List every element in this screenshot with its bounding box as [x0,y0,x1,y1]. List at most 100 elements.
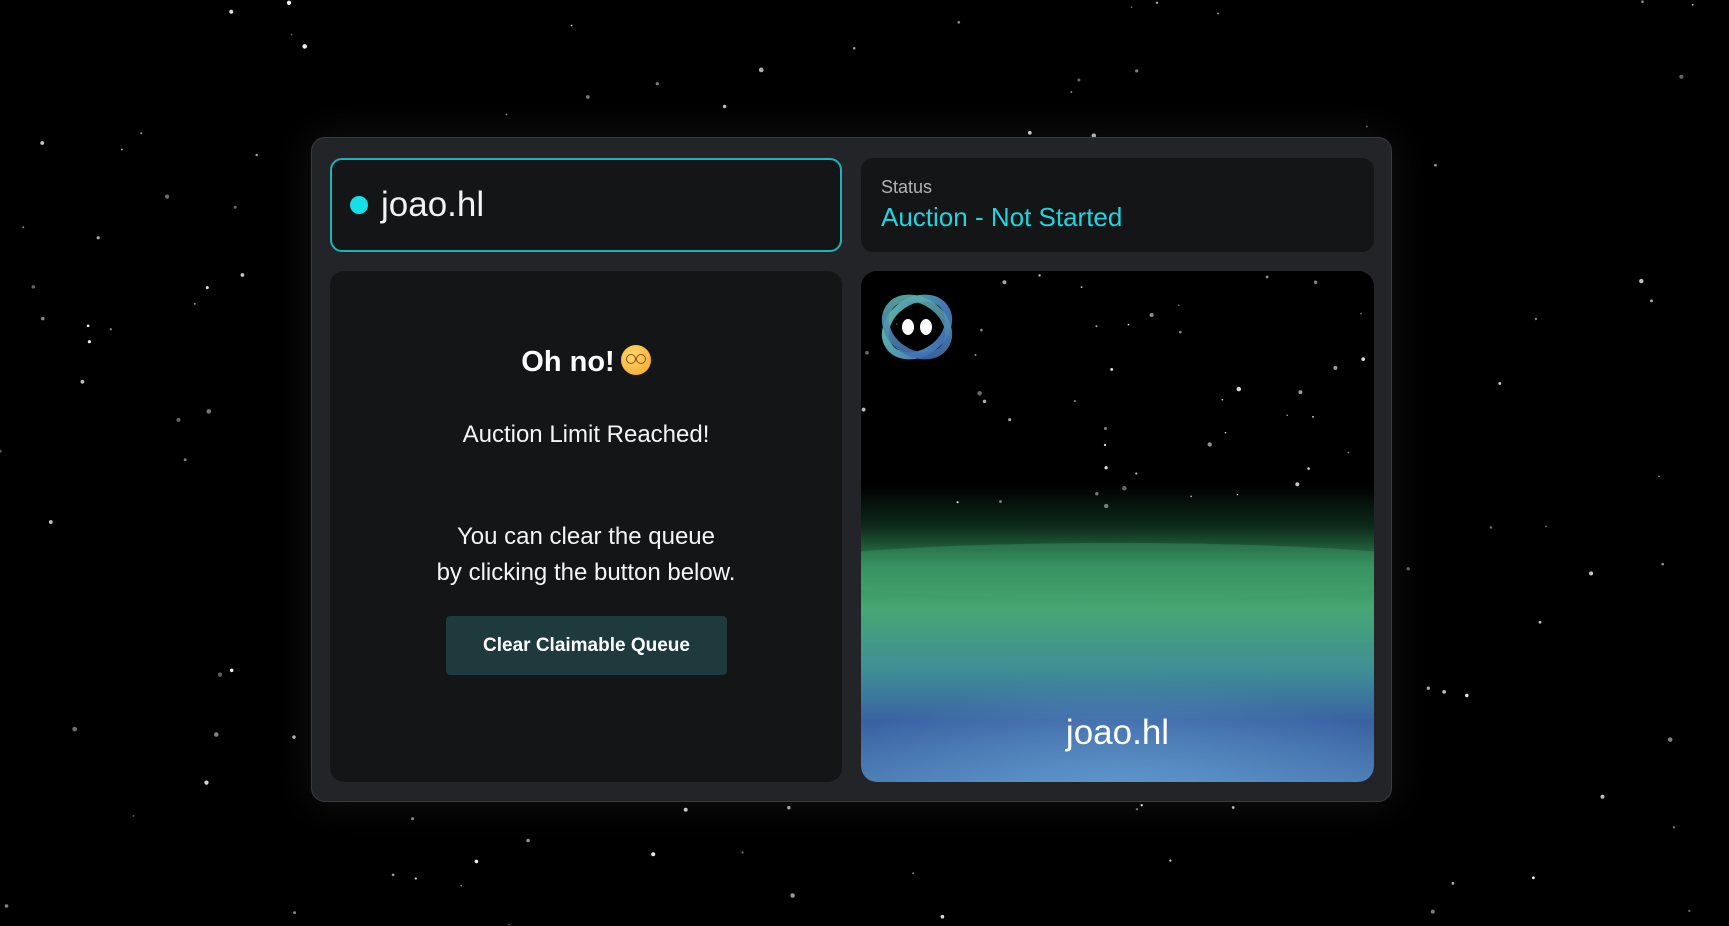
star [722,104,727,109]
star [240,273,245,277]
star [183,458,187,462]
star [1489,526,1493,529]
message-title: Oh no! [521,346,615,378]
star [460,884,463,887]
star [1658,475,1660,478]
artwork-star [974,353,977,357]
star [391,873,395,877]
star [1688,909,1691,913]
artwork-star [1104,503,1109,509]
artwork-star [1122,485,1127,491]
star [96,236,100,240]
woozy-face-emoji-icon [620,345,651,375]
artwork-star [1103,443,1107,447]
artwork-star [861,407,866,412]
star [229,668,234,673]
artwork-star [1295,482,1300,487]
clear-claimable-queue-button[interactable]: Clear Claimable Queue [446,616,727,675]
artwork-star [1313,280,1318,285]
artwork-star [1095,492,1099,496]
star [1451,881,1455,885]
star [1639,278,1644,284]
star [233,205,237,209]
star [1691,3,1694,6]
star [1545,525,1547,528]
star [1070,91,1073,94]
artwork-star [1311,415,1314,418]
message-subtitle: Auction Limit Reached! [462,421,710,448]
star [655,82,659,86]
artwork-star [1178,304,1180,306]
artwork-star [1008,418,1012,422]
status-value: Auction - Not Started [881,202,1123,232]
star [790,893,795,898]
star [1589,571,1594,576]
star [290,33,293,36]
artwork-star [1127,323,1130,326]
message-title-row: Oh no! [330,345,842,379]
artwork-star [982,399,987,404]
star [1365,125,1368,128]
avatar-logo-icon [881,294,953,360]
star [132,814,135,817]
star [1667,737,1673,742]
artwork-star [1080,286,1083,288]
star [80,379,85,384]
star [1130,6,1133,8]
star [229,9,234,14]
artwork-star [1361,357,1366,361]
star [48,520,53,524]
artwork-star [1110,367,1114,371]
status-label: Status [881,177,933,197]
star [41,316,45,321]
artwork-star [1038,274,1041,277]
status-box: Status Auction - Not Started [861,158,1374,252]
star [217,672,223,677]
star [505,113,508,116]
artwork-star [956,501,959,504]
star [1430,909,1435,914]
star [22,226,25,229]
star [1231,806,1235,809]
artwork-star [1236,493,1239,496]
star [787,806,791,810]
artwork-star [1002,280,1007,285]
domain-name-box: joao.hl [330,158,842,252]
star [214,732,219,737]
artwork-star [1298,390,1303,395]
artwork-star [999,500,1002,503]
star [1406,567,1410,571]
star [1661,562,1665,566]
star [4,904,9,908]
star [292,735,296,739]
star [1672,826,1676,829]
artwork-star [1104,466,1108,470]
star [176,417,181,422]
message-card: Oh no! Auction Limit Reached! You can cl… [330,271,842,782]
star [1027,130,1032,135]
status-dot-icon [350,196,368,214]
artwork-star [1190,495,1192,498]
star [1077,78,1081,82]
artwork-star [1224,431,1227,434]
star [411,817,415,821]
star [1434,163,1437,167]
star [1426,686,1430,690]
star [87,340,91,344]
artwork-star [1236,386,1242,392]
star [1679,74,1684,79]
star [86,324,90,328]
artwork-star [1073,399,1076,403]
artwork-star [1135,472,1138,475]
artwork-star [1207,442,1212,447]
domain-artwork-card: joao.hl [861,271,1374,782]
artwork-domain-name: joao.hl [1065,713,1170,752]
star [286,0,292,5]
star [293,911,297,915]
star [1538,620,1542,624]
star [1531,876,1535,880]
domain-name: joao.hl [381,185,485,224]
star [1650,299,1653,303]
star [758,67,764,73]
star [1498,382,1502,385]
